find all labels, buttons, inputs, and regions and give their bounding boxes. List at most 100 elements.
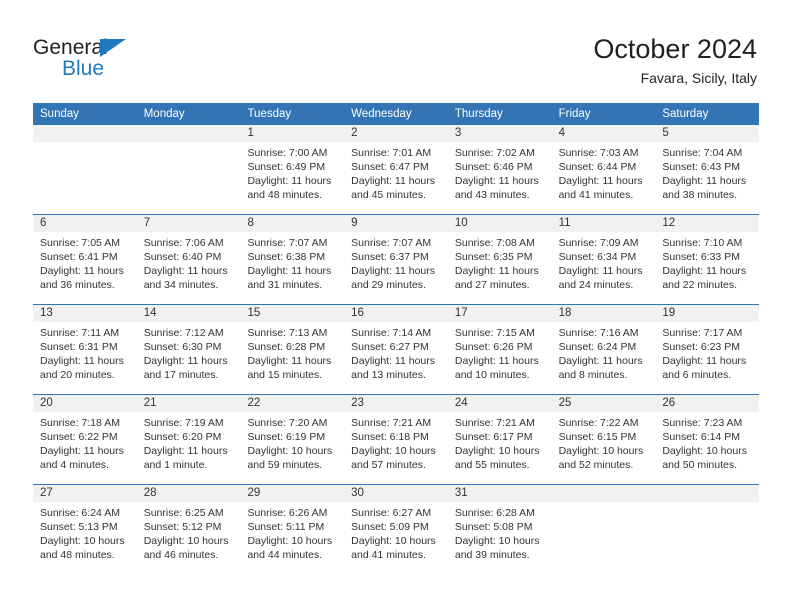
daylight-text-line1: Daylight: 11 hours [247, 355, 332, 367]
day-cell[interactable]: 29 Sunrise: 6:26 AM Sunset: 5:11 PM Dayl… [240, 485, 345, 574]
day-cell[interactable]: 17 Sunrise: 7:15 AM Sunset: 6:26 PM Dayl… [447, 305, 552, 394]
sunrise-text: Sunrise: 7:09 AM [558, 237, 639, 249]
logo-text-blue: Blue [62, 57, 105, 80]
daylight-text-line1: Daylight: 11 hours [662, 265, 747, 277]
day-number: 13 [33, 305, 137, 322]
daylight-text-line2: and 31 minutes. [247, 279, 323, 291]
day-cell[interactable] [551, 485, 656, 574]
day-number: 19 [655, 305, 760, 322]
day-number: 6 [33, 215, 137, 232]
daylight-text-line1: Daylight: 11 hours [558, 355, 643, 367]
day-number: 28 [136, 485, 241, 502]
sunset-text: Sunset: 6:47 PM [351, 161, 429, 173]
day-cell[interactable]: 3 Sunrise: 7:02 AM Sunset: 6:46 PM Dayli… [447, 125, 552, 214]
weekday-header-tuesday: Tuesday [247, 108, 292, 120]
day-details: Sunrise: 7:19 AM Sunset: 6:20 PM Dayligh… [137, 412, 241, 472]
day-cell[interactable]: 14 Sunrise: 7:12 AM Sunset: 6:30 PM Dayl… [136, 305, 241, 394]
day-cell[interactable] [655, 485, 760, 574]
day-cell[interactable]: 22 Sunrise: 7:20 AM Sunset: 6:19 PM Dayl… [240, 395, 345, 484]
sunrise-text: Sunrise: 7:14 AM [351, 327, 432, 339]
sunset-text: Sunset: 6:43 PM [662, 161, 740, 173]
daylight-text-line2: and 15 minutes. [247, 369, 323, 381]
sunrise-text: Sunrise: 7:01 AM [351, 147, 432, 159]
sunset-text: Sunset: 6:28 PM [247, 341, 326, 353]
day-cell[interactable]: 15 Sunrise: 7:13 AM Sunset: 6:28 PM Dayl… [240, 305, 345, 394]
daylight-text-line2: and 41 minutes. [351, 549, 426, 561]
day-cell[interactable]: 7 Sunrise: 7:06 AM Sunset: 6:40 PM Dayli… [136, 215, 241, 304]
day-cell[interactable]: 16 Sunrise: 7:14 AM Sunset: 6:27 PM Dayl… [344, 305, 448, 394]
sunset-text: Sunset: 6:40 PM [143, 251, 222, 263]
daylight-text-line1: Daylight: 10 hours [558, 445, 644, 457]
day-cell[interactable]: 12 Sunrise: 7:10 AM Sunset: 6:33 PM Dayl… [655, 215, 760, 304]
day-cell[interactable]: 20 Sunrise: 7:18 AM Sunset: 6:22 PM Dayl… [33, 395, 137, 484]
sunrise-text: Sunrise: 6:26 AM [247, 507, 328, 519]
daylight-text-line1: Daylight: 11 hours [351, 265, 436, 277]
daylight-text-line1: Daylight: 11 hours [40, 355, 124, 367]
daylight-text-line1: Daylight: 11 hours [454, 355, 539, 367]
day-details: Sunrise: 7:21 AM Sunset: 6:18 PM Dayligh… [344, 412, 448, 472]
day-cell[interactable]: 30 Sunrise: 6:27 AM Sunset: 5:09 PM Dayl… [344, 485, 448, 574]
day-details: Sunrise: 7:20 AM Sunset: 6:19 PM Dayligh… [240, 412, 344, 472]
day-number: 23 [344, 395, 448, 412]
sunrise-text: Sunrise: 7:20 AM [247, 417, 328, 429]
day-details [552, 502, 656, 506]
day-cell[interactable]: 28 Sunrise: 6:25 AM Sunset: 5:12 PM Dayl… [136, 485, 241, 574]
daylight-text-line1: Daylight: 11 hours [247, 175, 332, 187]
day-cell[interactable]: 5 Sunrise: 7:04 AM Sunset: 6:43 PM Dayli… [655, 125, 760, 214]
daylight-text-line2: and 45 minutes. [351, 189, 426, 201]
day-cell[interactable]: 19 Sunrise: 7:17 AM Sunset: 6:23 PM Dayl… [655, 305, 760, 394]
sunrise-text: Sunrise: 7:11 AM [40, 327, 120, 339]
weekday-header-saturday: Saturday [662, 108, 709, 120]
sunset-text: Sunset: 6:41 PM [40, 251, 118, 263]
week-row: 1 Sunrise: 7:00 AM Sunset: 6:49 PM Dayli… [33, 124, 760, 214]
sunset-text: Sunset: 6:17 PM [454, 431, 533, 443]
daylight-text-line1: Daylight: 11 hours [143, 265, 228, 277]
page-subtitle: Favara, Sicily, Italy [640, 70, 757, 86]
day-cell[interactable]: 26 Sunrise: 7:23 AM Sunset: 6:14 PM Dayl… [655, 395, 760, 484]
daylight-text-line1: Daylight: 11 hours [143, 355, 228, 367]
day-cell[interactable]: 27 Sunrise: 6:24 AM Sunset: 5:13 PM Dayl… [33, 485, 137, 574]
daylight-text-line2: and 59 minutes. [247, 459, 323, 471]
day-number: 18 [551, 305, 656, 322]
sunset-text: Sunset: 6:31 PM [40, 341, 118, 353]
day-cell[interactable] [33, 125, 137, 214]
day-cell[interactable]: 24 Sunrise: 7:21 AM Sunset: 6:17 PM Dayl… [447, 395, 552, 484]
sunrise-text: Sunrise: 7:08 AM [454, 237, 535, 249]
day-cell[interactable]: 31 Sunrise: 6:28 AM Sunset: 5:08 PM Dayl… [447, 485, 552, 574]
day-details: Sunrise: 7:00 AM Sunset: 6:49 PM Dayligh… [240, 142, 344, 202]
day-details: Sunrise: 6:28 AM Sunset: 5:08 PM Dayligh… [448, 502, 552, 562]
day-cell[interactable]: 13 Sunrise: 7:11 AM Sunset: 6:31 PM Dayl… [33, 305, 137, 394]
sunset-text: Sunset: 5:11 PM [247, 521, 325, 533]
daylight-text-line2: and 43 minutes. [454, 189, 530, 201]
daylight-text-line1: Daylight: 11 hours [247, 265, 332, 277]
day-details [137, 142, 241, 146]
day-cell[interactable]: 2 Sunrise: 7:01 AM Sunset: 6:47 PM Dayli… [344, 125, 448, 214]
day-cell[interactable]: 23 Sunrise: 7:21 AM Sunset: 6:18 PM Dayl… [344, 395, 448, 484]
day-cell[interactable] [136, 125, 241, 214]
day-cell[interactable]: 8 Sunrise: 7:07 AM Sunset: 6:38 PM Dayli… [240, 215, 345, 304]
day-cell[interactable]: 18 Sunrise: 7:16 AM Sunset: 6:24 PM Dayl… [551, 305, 656, 394]
day-cell[interactable]: 1 Sunrise: 7:00 AM Sunset: 6:49 PM Dayli… [240, 125, 345, 214]
day-cell[interactable]: 10 Sunrise: 7:08 AM Sunset: 6:35 PM Dayl… [447, 215, 552, 304]
daylight-text-line2: and 38 minutes. [662, 189, 738, 201]
day-number: 5 [655, 125, 760, 142]
daylight-text-line1: Daylight: 11 hours [351, 175, 436, 187]
day-cell[interactable]: 21 Sunrise: 7:19 AM Sunset: 6:20 PM Dayl… [136, 395, 241, 484]
day-details: Sunrise: 7:02 AM Sunset: 6:46 PM Dayligh… [448, 142, 552, 202]
day-cell[interactable]: 25 Sunrise: 7:22 AM Sunset: 6:15 PM Dayl… [551, 395, 656, 484]
daylight-text-line2: and 20 minutes. [40, 369, 115, 381]
day-cell[interactable]: 9 Sunrise: 7:07 AM Sunset: 6:37 PM Dayli… [344, 215, 448, 304]
sunset-text: Sunset: 6:19 PM [247, 431, 326, 443]
sunrise-text: Sunrise: 7:21 AM [454, 417, 535, 429]
day-cell[interactable]: 11 Sunrise: 7:09 AM Sunset: 6:34 PM Dayl… [551, 215, 656, 304]
daylight-text-line2: and 46 minutes. [143, 549, 219, 561]
weekday-header-row: Sunday Monday Tuesday Wednesday Thursday… [33, 103, 759, 124]
day-cell[interactable]: 6 Sunrise: 7:05 AM Sunset: 6:41 PM Dayli… [33, 215, 137, 304]
day-cell[interactable]: 4 Sunrise: 7:03 AM Sunset: 6:44 PM Dayli… [551, 125, 656, 214]
calendar-page: General Blue October 2024 Favara, Sicily… [0, 0, 792, 612]
daylight-text-line1: Daylight: 10 hours [454, 445, 540, 457]
weekday-header-friday: Friday [558, 108, 591, 120]
daylight-text-line2: and 27 minutes. [454, 279, 530, 291]
daylight-text-line2: and 4 minutes. [40, 459, 109, 471]
daylight-text-line1: Daylight: 10 hours [247, 445, 333, 457]
